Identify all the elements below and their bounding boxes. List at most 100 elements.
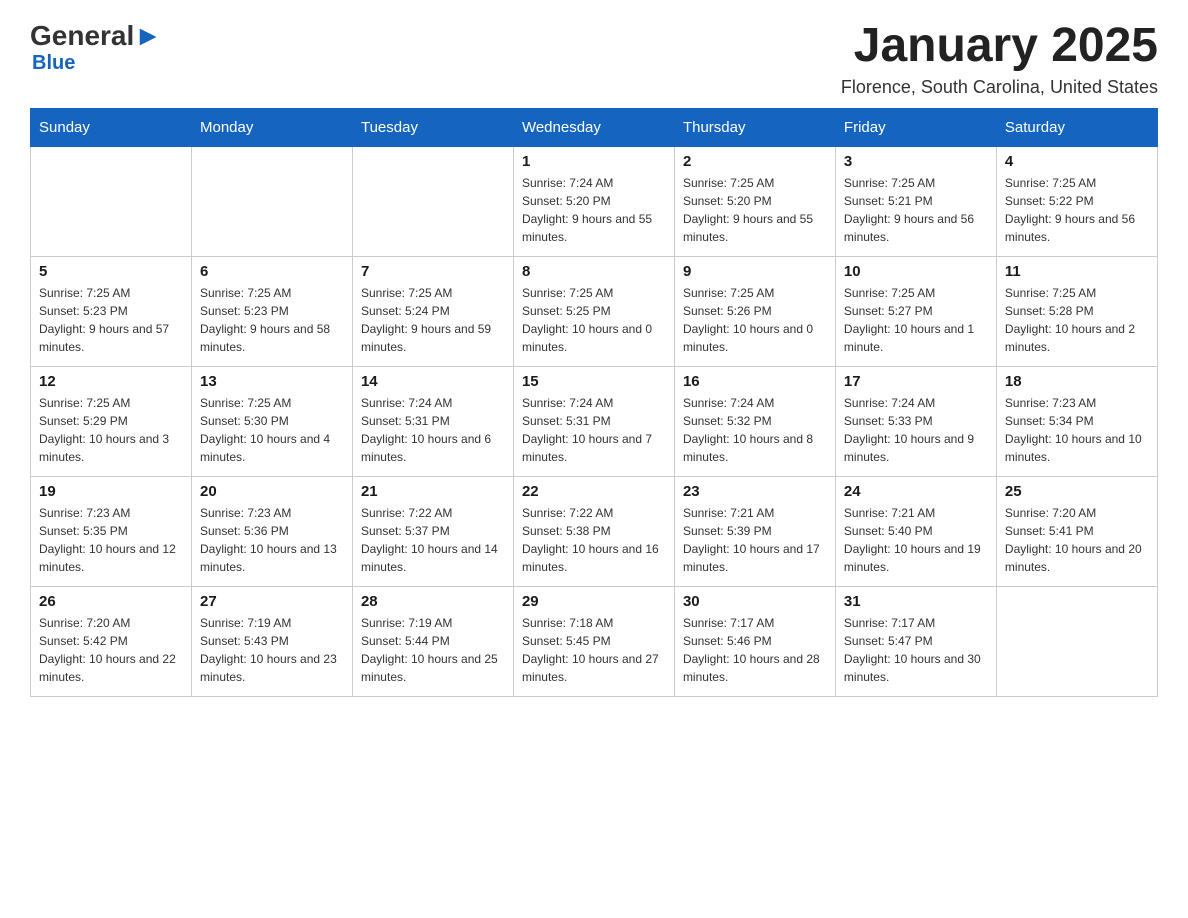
day-info: Sunrise: 7:24 AMSunset: 5:32 PMDaylight:… — [683, 394, 827, 466]
day-number: 27 — [200, 593, 344, 610]
day-number: 10 — [844, 263, 988, 280]
title-section: January 2025 Florence, South Carolina, U… — [841, 20, 1158, 98]
calendar-table: SundayMondayTuesdayWednesdayThursdayFrid… — [30, 108, 1158, 697]
day-info: Sunrise: 7:17 AMSunset: 5:47 PMDaylight:… — [844, 614, 988, 686]
calendar-cell: 15Sunrise: 7:24 AMSunset: 5:31 PMDayligh… — [513, 366, 674, 476]
logo-general-text: General — [30, 20, 134, 52]
logo-blue-text: ► — [134, 20, 162, 52]
calendar-week-row: 12Sunrise: 7:25 AMSunset: 5:29 PMDayligh… — [31, 366, 1158, 476]
day-info: Sunrise: 7:19 AMSunset: 5:44 PMDaylight:… — [361, 614, 505, 686]
day-number: 3 — [844, 153, 988, 170]
calendar-cell: 30Sunrise: 7:17 AMSunset: 5:46 PMDayligh… — [674, 586, 835, 696]
column-header-sunday: Sunday — [31, 108, 192, 146]
page-header: General ► Blue January 2025 Florence, So… — [30, 20, 1158, 98]
calendar-cell: 18 Sunrise: 7:23 AMSunset: 5:34 PMDayligh… — [996, 366, 1157, 476]
day-number: 20 — [200, 483, 344, 500]
day-info: Sunrise: 7:18 AMSunset: 5:45 PMDaylight:… — [522, 614, 666, 686]
day-info: Sunrise: 7:23 AMSunset: 5:34 PMDaylight:… — [1005, 394, 1149, 466]
day-info: Sunrise: 7:20 AMSunset: 5:41 PMDaylight:… — [1005, 504, 1149, 576]
calendar-cell: 1Sunrise: 7:24 AMSunset: 5:20 PMDaylight… — [513, 146, 674, 256]
day-number: 16 — [683, 373, 827, 390]
calendar-week-row: 19Sunrise: 7:23 AMSunset: 5:35 PMDayligh… — [31, 476, 1158, 586]
day-info: Sunrise: 7:20 AMSunset: 5:42 PMDaylight:… — [39, 614, 183, 686]
calendar-week-row: 5 Sunrise: 7:25 AMSunset: 5:23 PMDaylight… — [31, 256, 1158, 366]
calendar-cell: 23Sunrise: 7:21 AMSunset: 5:39 PMDayligh… — [674, 476, 835, 586]
day-info: Sunrise: 7:25 AMSunset: 5:26 PMDaylight:… — [683, 284, 827, 356]
calendar-cell: 27Sunrise: 7:19 AMSunset: 5:43 PMDayligh… — [191, 586, 352, 696]
calendar-cell: 13Sunrise: 7:25 AMSunset: 5:30 PMDayligh… — [191, 366, 352, 476]
calendar-cell: 8 Sunrise: 7:25 AMSunset: 5:25 PMDaylight… — [513, 256, 674, 366]
day-number: 12 — [39, 373, 183, 390]
column-header-monday: Monday — [191, 108, 352, 146]
calendar-cell: 17 Sunrise: 7:24 AMSunset: 5:33 PMDayligh… — [835, 366, 996, 476]
day-number: 4 — [1005, 153, 1149, 170]
day-info: Sunrise: 7:17 AMSunset: 5:46 PMDaylight:… — [683, 614, 827, 686]
calendar-week-row: 26 Sunrise: 7:20 AMSunset: 5:42 PMDayligh… — [31, 586, 1158, 696]
day-info: Sunrise: 7:25 AMSunset: 5:23 PMDaylight:… — [200, 284, 344, 356]
calendar-cell: 29Sunrise: 7:18 AMSunset: 5:45 PMDayligh… — [513, 586, 674, 696]
day-number: 24 — [844, 483, 988, 500]
calendar-week-row: 1Sunrise: 7:24 AMSunset: 5:20 PMDaylight… — [31, 146, 1158, 256]
day-info: Sunrise: 7:22 AMSunset: 5:37 PMDaylight:… — [361, 504, 505, 576]
calendar-cell: 11Sunrise: 7:25 AMSunset: 5:28 PMDayligh… — [996, 256, 1157, 366]
calendar-cell: 22 Sunrise: 7:22 AMSunset: 5:38 PMDayligh… — [513, 476, 674, 586]
calendar-cell: 25 Sunrise: 7:20 AMSunset: 5:41 PMDayligh… — [996, 476, 1157, 586]
column-header-thursday: Thursday — [674, 108, 835, 146]
day-info: Sunrise: 7:25 AMSunset: 5:25 PMDaylight:… — [522, 284, 666, 356]
column-header-wednesday: Wednesday — [513, 108, 674, 146]
column-header-friday: Friday — [835, 108, 996, 146]
day-info: Sunrise: 7:23 AMSunset: 5:36 PMDaylight:… — [200, 504, 344, 576]
calendar-cell: 31Sunrise: 7:17 AMSunset: 5:47 PMDayligh… — [835, 586, 996, 696]
calendar-cell — [996, 586, 1157, 696]
day-info: Sunrise: 7:24 AMSunset: 5:20 PMDaylight:… — [522, 174, 666, 246]
location-label: Florence, South Carolina, United States — [841, 77, 1158, 98]
month-title: January 2025 — [841, 20, 1158, 73]
day-number: 8 — [522, 263, 666, 280]
calendar-cell: 14 Sunrise: 7:24 AMSunset: 5:31 PMDayligh… — [352, 366, 513, 476]
calendar-cell: 3Sunrise: 7:25 AMSunset: 5:21 PMDaylight… — [835, 146, 996, 256]
calendar-cell: 6 Sunrise: 7:25 AMSunset: 5:23 PMDaylight… — [191, 256, 352, 366]
day-info: Sunrise: 7:24 AMSunset: 5:31 PMDaylight:… — [522, 394, 666, 466]
calendar-cell — [31, 146, 192, 256]
calendar-cell: 9Sunrise: 7:25 AMSunset: 5:26 PMDaylight… — [674, 256, 835, 366]
day-number: 6 — [200, 263, 344, 280]
calendar-cell: 10Sunrise: 7:25 AMSunset: 5:27 PMDayligh… — [835, 256, 996, 366]
calendar-cell: 12Sunrise: 7:25 AMSunset: 5:29 PMDayligh… — [31, 366, 192, 476]
logo: General ► Blue — [30, 20, 162, 75]
day-info: Sunrise: 7:25 AMSunset: 5:24 PMDaylight:… — [361, 284, 505, 356]
logo-subtitle: Blue — [32, 52, 75, 75]
column-header-saturday: Saturday — [996, 108, 1157, 146]
day-number: 5 — [39, 263, 183, 280]
day-number: 23 — [683, 483, 827, 500]
calendar-header-row: SundayMondayTuesdayWednesdayThursdayFrid… — [31, 108, 1158, 146]
calendar-cell: 4 Sunrise: 7:25 AMSunset: 5:22 PMDaylight… — [996, 146, 1157, 256]
calendar-cell: 24 Sunrise: 7:21 AMSunset: 5:40 PMDayligh… — [835, 476, 996, 586]
calendar-cell: 2 Sunrise: 7:25 AMSunset: 5:20 PMDaylight… — [674, 146, 835, 256]
day-number: 25 — [1005, 483, 1149, 500]
calendar-cell — [352, 146, 513, 256]
day-info: Sunrise: 7:25 AMSunset: 5:22 PMDaylight:… — [1005, 174, 1149, 246]
calendar-cell: 5 Sunrise: 7:25 AMSunset: 5:23 PMDaylight… — [31, 256, 192, 366]
day-number: 22 — [522, 483, 666, 500]
day-info: Sunrise: 7:24 AMSunset: 5:31 PMDaylight:… — [361, 394, 505, 466]
day-number: 14 — [361, 373, 505, 390]
day-info: Sunrise: 7:25 AMSunset: 5:23 PMDaylight:… — [39, 284, 183, 356]
calendar-cell: 19Sunrise: 7:23 AMSunset: 5:35 PMDayligh… — [31, 476, 192, 586]
day-info: Sunrise: 7:22 AMSunset: 5:38 PMDaylight:… — [522, 504, 666, 576]
day-number: 17 — [844, 373, 988, 390]
day-number: 18 — [1005, 373, 1149, 390]
day-number: 7 — [361, 263, 505, 280]
day-info: Sunrise: 7:24 AMSunset: 5:33 PMDaylight:… — [844, 394, 988, 466]
day-number: 28 — [361, 593, 505, 610]
calendar-cell — [191, 146, 352, 256]
day-number: 2 — [683, 153, 827, 170]
calendar-cell: 7 Sunrise: 7:25 AMSunset: 5:24 PMDaylight… — [352, 256, 513, 366]
calendar-cell: 20 Sunrise: 7:23 AMSunset: 5:36 PMDayligh… — [191, 476, 352, 586]
day-number: 26 — [39, 593, 183, 610]
calendar-cell: 16 Sunrise: 7:24 AMSunset: 5:32 PMDayligh… — [674, 366, 835, 476]
day-number: 19 — [39, 483, 183, 500]
day-info: Sunrise: 7:25 AMSunset: 5:20 PMDaylight:… — [683, 174, 827, 246]
calendar-cell: 21 Sunrise: 7:22 AMSunset: 5:37 PMDayligh… — [352, 476, 513, 586]
day-info: Sunrise: 7:21 AMSunset: 5:40 PMDaylight:… — [844, 504, 988, 576]
day-number: 21 — [361, 483, 505, 500]
